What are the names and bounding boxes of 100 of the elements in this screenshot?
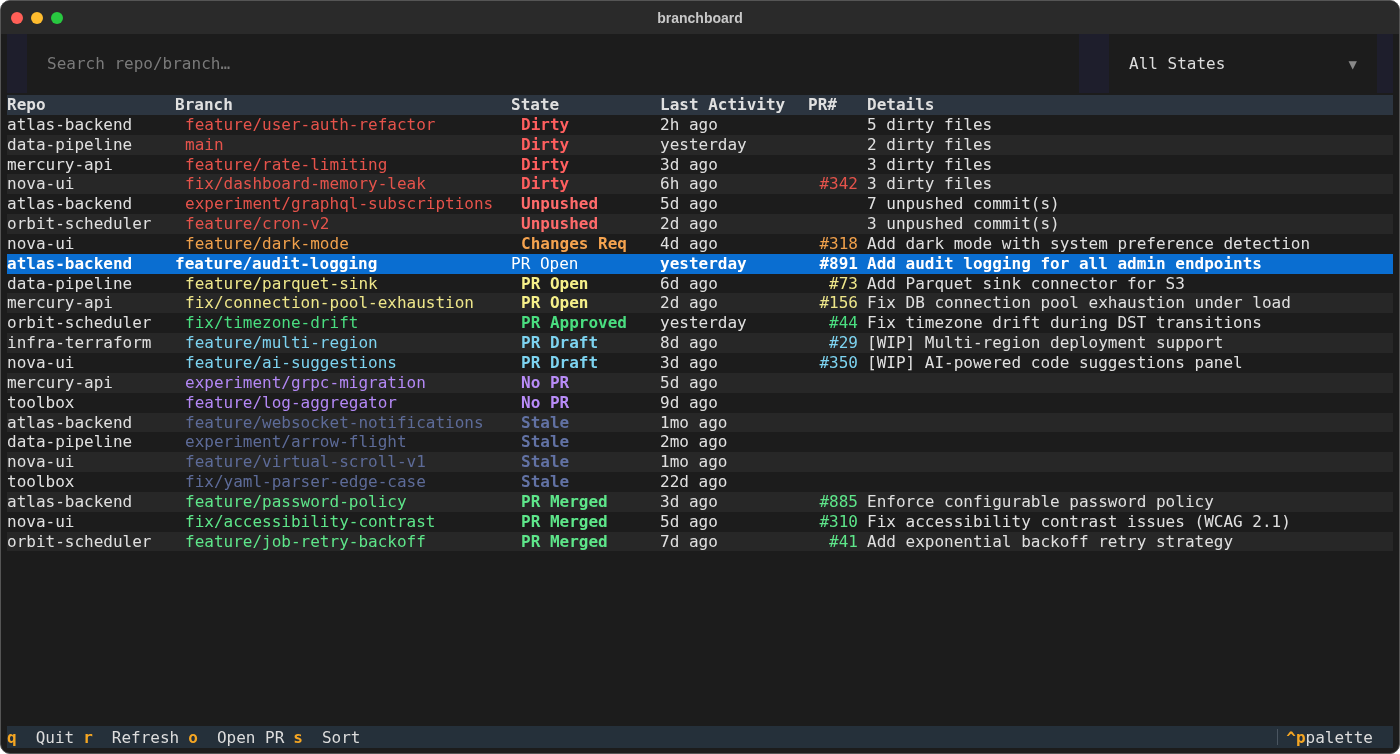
activity-cell-text: 22d ago bbox=[660, 472, 729, 492]
branch-cell-text: feature/virtual-scroll-v1 bbox=[184, 452, 427, 473]
table-row[interactable]: atlas-backend feature/websocket-notifications Stale 1mo ago bbox=[7, 412, 1393, 433]
details-cell-text: [WIP] AI-powered code suggestions panel bbox=[867, 352, 1244, 373]
state-cell-text: PR Open bbox=[511, 253, 580, 274]
close-button[interactable] bbox=[11, 12, 23, 24]
repo-cell-text: toolbox bbox=[7, 392, 76, 413]
activity-cell-text: 3d ago bbox=[660, 352, 719, 373]
column-header[interactable]: Repo bbox=[7, 95, 175, 115]
table-row[interactable]: atlas-backend feature/audit-logging PR Open yesterday #891 Add audit logging for all admin endpoints bbox=[7, 253, 1393, 274]
branch-cell-text: feature/ai-suggestions bbox=[184, 352, 398, 373]
key-binding[interactable]: r Refresh bbox=[83, 727, 180, 747]
details-cell-text: 3 dirty files bbox=[867, 154, 994, 175]
column-header[interactable]: Last Activity bbox=[660, 95, 808, 115]
pr-cell-text: #891 bbox=[818, 253, 858, 274]
table-row[interactable]: nova-ui fix/accessibility-contrast PR Merged 5d ago #310 Fix accessibility contrast issues (WCAG 2.1) bbox=[7, 511, 1393, 532]
branch-cell-text: feature/job-retry-backoff bbox=[184, 531, 427, 552]
state-cell-text: PR Draft bbox=[520, 352, 600, 373]
table-row[interactable]: nova-ui feature/ai-suggestions PR Draft 3d ago #350 [WIP] AI-powered code suggestions panel bbox=[7, 352, 1393, 373]
details-cell-text: [WIP] Multi-region deployment support bbox=[867, 333, 1225, 353]
details-cell-text: Enforce configurable password policy bbox=[867, 491, 1215, 512]
table-row[interactable]: data-pipeline experiment/arrow-flight Stale 2mo ago bbox=[7, 432, 1393, 453]
state-cell-text: PR Draft bbox=[520, 333, 600, 353]
table-row[interactable]: toolbox feature/log-aggregator No PR 9d ago bbox=[7, 392, 1393, 413]
branch-cell-text: fix/yaml-parser-edge-case bbox=[184, 472, 427, 492]
repo-cell-text: toolbox bbox=[7, 472, 76, 492]
details-cell-text: 3 dirty files bbox=[867, 174, 994, 195]
repo-cell-text: mercury-api bbox=[7, 293, 114, 314]
branch-cell-text: feature/rate-limiting bbox=[184, 154, 389, 175]
branch-cell-text: fix/accessibility-contrast bbox=[184, 511, 437, 532]
details-cell-text: Add audit logging for all admin endpoints bbox=[867, 253, 1263, 274]
table-row[interactable]: orbit-scheduler fix/timezone-drift PR Approved yesterday #44 Fix timezone drift during DST transitions bbox=[7, 313, 1393, 334]
repo-cell-text: atlas-backend bbox=[7, 114, 134, 135]
key-binding[interactable]: o Open PR bbox=[188, 727, 285, 747]
repo-cell-text: orbit-scheduler bbox=[7, 214, 153, 234]
table-row[interactable]: atlas-backend experiment/graphql-subscriptions Unpushed 5d ago 7 unpushed commit(s) bbox=[7, 194, 1393, 215]
zoom-button[interactable] bbox=[51, 12, 63, 24]
column-header[interactable]: Branch bbox=[175, 95, 511, 115]
table-row[interactable]: atlas-backend feature/user-auth-refactor Dirty 2h ago 5 dirty files bbox=[7, 114, 1393, 135]
pr-cell-text: #885 bbox=[818, 491, 858, 512]
table-row[interactable]: atlas-backend feature/password-policy PR Merged 3d ago #885 Enforce configurable password policy bbox=[7, 491, 1393, 512]
table-row[interactable]: orbit-scheduler feature/cron-v2 Unpushed 2d ago 3 unpushed commit(s) bbox=[7, 214, 1393, 234]
activity-cell-text: 1mo ago bbox=[660, 412, 729, 433]
branch-cell-text: fix/connection-pool-exhaustion bbox=[184, 293, 475, 314]
pr-cell-text: #350 bbox=[818, 352, 858, 373]
column-header[interactable]: Details bbox=[867, 95, 1393, 115]
table-row[interactable]: data-pipeline feature/parquet-sink PR Open 6d ago #73 Add Parquet sink connector for S3 bbox=[7, 273, 1393, 294]
branch-cell-text: feature/audit-logging bbox=[175, 253, 379, 274]
state-cell-text: Stale bbox=[520, 452, 571, 473]
table-row[interactable]: mercury-api experiment/grpc-migration No PR 5d ago bbox=[7, 372, 1393, 393]
table-row[interactable]: nova-ui fix/dashboard-memory-leak Dirty 6h ago #342 3 dirty files bbox=[7, 174, 1393, 195]
activity-cell-text: 2h ago bbox=[660, 114, 719, 135]
table-row[interactable]: toolbox fix/yaml-parser-edge-case Stale 22d ago bbox=[7, 472, 1393, 492]
activity-cell-text: 2d ago bbox=[660, 293, 719, 314]
repo-cell-text: atlas-backend bbox=[7, 253, 134, 274]
table-row[interactable]: mercury-api feature/rate-limiting Dirty 3d ago 3 dirty files bbox=[7, 154, 1393, 175]
activity-cell-text: 5d ago bbox=[660, 194, 719, 215]
repo-cell-text: nova-ui bbox=[7, 352, 76, 373]
table-row[interactable]: data-pipeline main Dirty yesterday 2 dirty files bbox=[7, 134, 1393, 155]
branch-cell-text: experiment/graphql-subscriptions bbox=[184, 194, 495, 215]
minimize-button[interactable] bbox=[31, 12, 43, 24]
repo-cell-text: data-pipeline bbox=[7, 432, 134, 453]
table-row[interactable]: infra-terraform feature/multi-region PR Draft 8d ago #29 [WIP] Multi-region deployment support bbox=[7, 333, 1393, 353]
state-cell-text: Stale bbox=[520, 472, 571, 492]
key-binding[interactable]: s Sort bbox=[293, 727, 361, 747]
activity-cell-text: 4d ago bbox=[660, 233, 719, 254]
state-dropdown[interactable]: All States ▼ bbox=[1109, 34, 1377, 93]
table-row[interactable]: nova-ui feature/virtual-scroll-v1 Stale 1mo ago bbox=[7, 452, 1393, 473]
search-field[interactable]: Search repo/branch… bbox=[27, 34, 1079, 93]
repo-cell-text: orbit-scheduler bbox=[7, 531, 153, 552]
branch-cell-text: fix/timezone-drift bbox=[184, 313, 360, 334]
pr-cell-text: #310 bbox=[818, 511, 858, 532]
table-row[interactable]: mercury-api fix/connection-pool-exhaustion PR Open 2d ago #156 Fix DB connection pool exhaustion under load bbox=[7, 293, 1393, 314]
table-row[interactable]: orbit-scheduler feature/job-retry-backoff PR Merged 7d ago #41 Add exponential backoff retry strategy bbox=[7, 531, 1393, 552]
column-header[interactable]: State bbox=[511, 95, 660, 115]
activity-cell-text: 8d ago bbox=[660, 333, 719, 353]
column-header[interactable]: PR# bbox=[808, 95, 858, 115]
repo-cell-text: data-pipeline bbox=[7, 273, 134, 294]
table-row[interactable]: nova-ui feature/dark-mode Changes Req 4d ago #318 Add dark mode with system preference detection bbox=[7, 233, 1393, 254]
state-cell-text: Dirty bbox=[520, 134, 571, 155]
details-cell-text: 5 dirty files bbox=[867, 114, 994, 135]
state-cell-text: PR Merged bbox=[520, 531, 609, 552]
palette-binding[interactable]: ^ppalette bbox=[1286, 727, 1373, 747]
repo-cell-text: nova-ui bbox=[7, 511, 76, 532]
branch-cell-text: feature/websocket-notifications bbox=[184, 412, 485, 433]
pr-cell-text: #318 bbox=[818, 233, 858, 254]
activity-cell-text: 7d ago bbox=[660, 531, 719, 552]
repo-cell-text: nova-ui bbox=[7, 452, 76, 473]
pr-cell-text: #156 bbox=[818, 293, 858, 314]
state-cell-text: PR Approved bbox=[520, 313, 628, 334]
branch-cell-text: feature/log-aggregator bbox=[184, 392, 398, 413]
repo-cell-text: atlas-backend bbox=[7, 412, 134, 433]
key-binding[interactable]: q Quit bbox=[7, 727, 75, 747]
repo-cell-text: infra-terraform bbox=[7, 333, 153, 353]
repo-cell-text: mercury-api bbox=[7, 372, 114, 393]
window-title: branchboard bbox=[657, 9, 743, 26]
details-cell-text: Fix timezone drift during DST transitions bbox=[867, 313, 1263, 334]
state-cell-text: PR Merged bbox=[520, 491, 609, 512]
pr-cell-text: #41 bbox=[828, 531, 858, 552]
activity-cell-text: 9d ago bbox=[660, 392, 719, 413]
